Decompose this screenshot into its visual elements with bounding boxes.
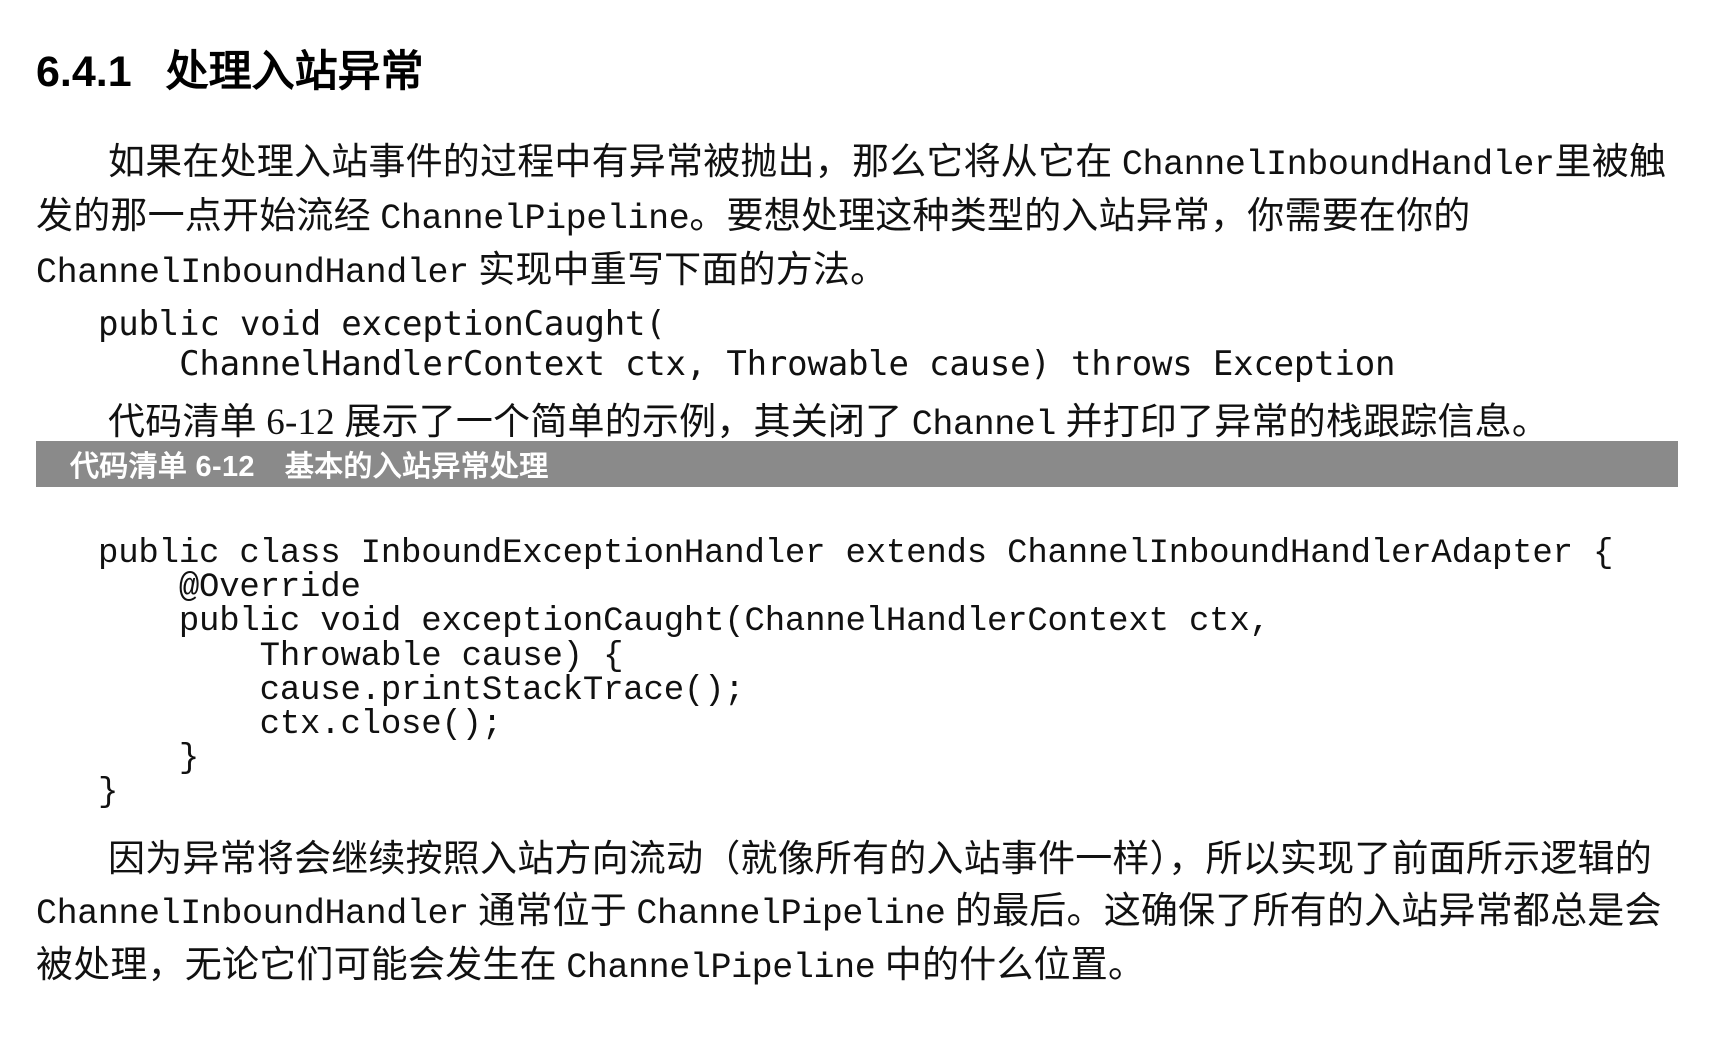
code-line: } (98, 774, 119, 813)
code-block-inbound-exception-handler: public class InboundExceptionHandler ext… (98, 537, 1613, 811)
paragraph-text-2: 并打印了异常的栈跟踪信息。 (1056, 402, 1550, 443)
paragraph-text-4: 中的什么位置。 (875, 945, 1146, 986)
paragraph-text-3: 。要想处理这种类型的入站异常，你需要在你的 (689, 196, 1471, 237)
listing-caption-bar: 代码清单 6-12 基本的入站异常处理 (36, 441, 1678, 487)
code-line: ctx.close(); (98, 705, 503, 744)
code-line: cause.printStackTrace(); (98, 671, 745, 710)
inline-code-channelinboundhandler-1: ChannelInboundHandler (1121, 145, 1555, 185)
code-line: ChannelHandlerContext ctx, Throwable cau… (98, 344, 1396, 384)
inline-code-channelpipeline-2: ChannelPipeline (636, 894, 946, 934)
paragraph-text-1: 代码清单 6-12 展示了一个简单的示例，其关闭了 (108, 402, 912, 443)
listing-title: 基本的入站异常处理 (284, 451, 549, 483)
inline-code-channelpipeline-1: ChannelPipeline (380, 199, 690, 239)
listing-label: 代码清单 6-12 (70, 451, 255, 483)
code-line: Throwable cause) { (98, 637, 624, 676)
paragraph-text-1: 因为异常将会继续按照入站方向流动（就像所有的入站事件一样），所以实现了前面所示逻… (108, 839, 1652, 880)
document-page: 6.4.1 处理入站异常 如果在处理入站事件的过程中有异常被抛出，那么它将从它在 … (0, 0, 1722, 1062)
paragraph-conclusion: 因为异常将会继续按照入站方向流动（就像所有的入站事件一样），所以实现了前面所示逻… (36, 834, 1676, 994)
page-title: 6.4.1 处理入站异常 (36, 37, 424, 99)
code-line: public class InboundExceptionHandler ext… (98, 535, 1614, 573)
paragraph-intro: 如果在处理入站事件的过程中有异常被抛出，那么它将从它在 ChannelInbou… (36, 137, 1676, 299)
inline-code-channel: Channel (911, 405, 1057, 445)
paragraph-text-1: 如果在处理入站事件的过程中有异常被抛出，那么它将从它在 (108, 142, 1122, 183)
section-title: 处理入站异常 (165, 47, 424, 96)
listing-caption-text: 代码清单 6-12 基本的入站异常处理 (36, 443, 549, 485)
inline-code-channelpipeline-3: ChannelPipeline (566, 948, 876, 988)
inline-code-channelinboundhandler-3: ChannelInboundHandler (36, 894, 469, 934)
inline-code-channelinboundhandler-2: ChannelInboundHandler (36, 253, 469, 293)
paragraph-text-2: 通常位于 (468, 891, 637, 932)
code-line: public void exceptionCaught(ChannelHandl… (98, 603, 1270, 642)
paragraph-text-4: 实现中重写下面的方法。 (468, 250, 888, 291)
section-number: 6.4.1 (36, 47, 132, 96)
code-line: @Override (98, 569, 361, 608)
code-block-method-signature: public void exceptionCaught( ChannelHand… (98, 306, 1395, 386)
code-line: public void exceptionCaught( (98, 304, 666, 344)
code-line: } (98, 740, 200, 779)
